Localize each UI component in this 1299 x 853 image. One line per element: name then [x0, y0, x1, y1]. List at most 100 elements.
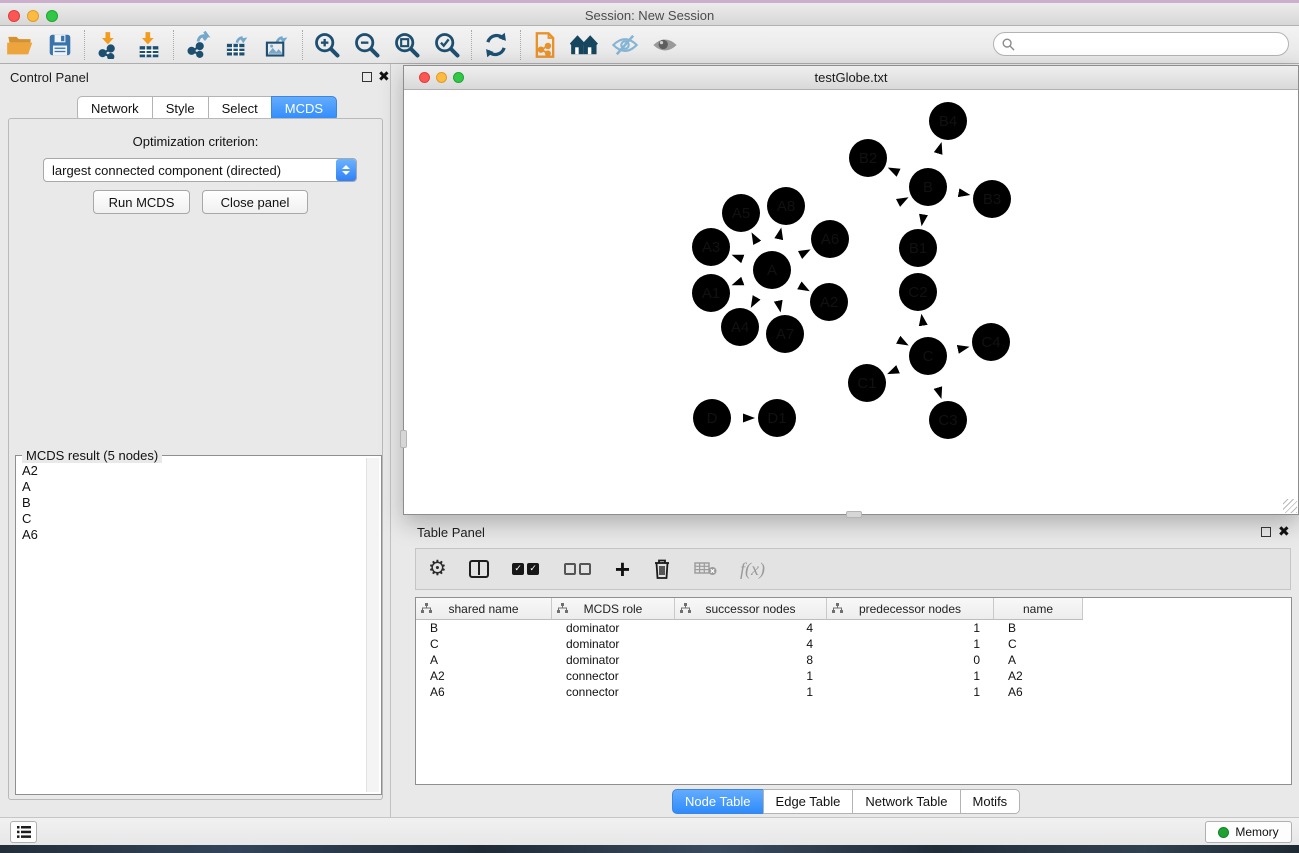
edge-A-A4[interactable] — [751, 287, 762, 307]
mcds-result-item[interactable]: B — [18, 494, 365, 510]
left-resize-grip[interactable] — [400, 430, 407, 448]
node-A4[interactable]: A4 — [721, 308, 759, 346]
column-header-successor_nodes[interactable]: successor nodes — [675, 598, 827, 620]
show-graphics-details-button[interactable] — [645, 28, 685, 62]
create-column-button[interactable]: + — [615, 554, 630, 584]
column-header-name[interactable]: name — [994, 598, 1083, 620]
node-C[interactable]: C — [909, 337, 947, 375]
table-row[interactable]: Cdominator41C — [416, 636, 1291, 652]
node-B4[interactable]: B4 — [929, 102, 967, 140]
node-B1[interactable]: B1 — [899, 229, 937, 267]
delete-column-button[interactable] — [652, 554, 672, 584]
export-network-button[interactable] — [178, 28, 218, 62]
edge-A-A7[interactable] — [776, 290, 781, 313]
table-row[interactable]: Bdominator41B — [416, 620, 1291, 636]
edge-C-C1[interactable] — [887, 364, 910, 374]
node-label: A7 — [776, 326, 794, 343]
import-network-button[interactable] — [89, 28, 129, 62]
table-row[interactable]: Adominator80A — [416, 652, 1291, 668]
column-header-mcds_role[interactable]: MCDS role — [552, 598, 675, 620]
table-row[interactable]: A2connector11A2 — [416, 668, 1291, 684]
edge-C-C3[interactable] — [934, 375, 941, 399]
node-D[interactable]: D — [693, 399, 731, 437]
node-D1[interactable]: D1 — [758, 399, 796, 437]
node-A3[interactable]: A3 — [692, 228, 730, 266]
edge-A-A1[interactable] — [732, 277, 754, 285]
node-A[interactable]: A — [753, 251, 791, 289]
mcds-result-item[interactable]: A6 — [18, 526, 365, 542]
close-table-panel-icon[interactable]: ✖ — [1278, 523, 1290, 539]
node-B[interactable]: B — [909, 168, 947, 206]
function-builder-button[interactable]: f(x) — [740, 554, 765, 584]
float-panel-icon[interactable] — [362, 72, 372, 82]
show-columns-button[interactable] — [469, 554, 489, 584]
export-table-button[interactable] — [218, 28, 258, 62]
tab-motifs[interactable]: Motifs — [960, 789, 1021, 814]
column-header-shared_name[interactable]: shared name — [416, 598, 552, 620]
edge-B-B2[interactable] — [888, 168, 910, 179]
search-field[interactable] — [993, 32, 1289, 56]
run-mcds-button[interactable]: Run MCDS — [93, 190, 190, 214]
node-C3[interactable]: C3 — [929, 401, 967, 439]
close-panel-icon[interactable]: ✖ — [378, 68, 390, 84]
node-A6[interactable]: A6 — [811, 220, 849, 258]
open-session-button[interactable] — [0, 28, 40, 62]
memory-button[interactable]: Memory — [1205, 821, 1292, 843]
table-row[interactable]: A6connector11A6 — [416, 684, 1291, 700]
tab-network-table[interactable]: Network Table — [852, 789, 960, 814]
edge-A-A8[interactable] — [776, 227, 781, 250]
node-A7[interactable]: A7 — [766, 315, 804, 353]
node-A8[interactable]: A8 — [767, 187, 805, 225]
network-from-selection-button[interactable] — [525, 28, 565, 62]
task-history-button[interactable] — [10, 821, 37, 843]
edge-C-C4[interactable] — [948, 347, 970, 352]
node-B2[interactable]: B2 — [849, 139, 887, 177]
mcds-result-item[interactable]: A2 — [18, 462, 365, 478]
column-header-predecessor_nodes[interactable]: predecessor nodes — [827, 598, 994, 620]
cell-shared_name: A — [416, 652, 552, 668]
edge-B-B3[interactable] — [948, 191, 971, 195]
node-C4[interactable]: C4 — [972, 323, 1010, 361]
home-button[interactable] — [565, 28, 605, 62]
edge-B-B4[interactable] — [934, 142, 942, 168]
edge-A-A3[interactable] — [732, 255, 754, 263]
edge-A-A2[interactable] — [789, 280, 809, 291]
tab-edge-table[interactable]: Edge Table — [763, 789, 854, 814]
node-B3[interactable]: B3 — [973, 180, 1011, 218]
node-C2[interactable]: C2 — [899, 273, 937, 311]
node-A2[interactable]: A2 — [810, 283, 848, 321]
deselect-all-columns-button[interactable] — [563, 554, 593, 584]
float-table-panel-icon[interactable] — [1261, 527, 1271, 537]
network-canvas[interactable]: B4 B2 B B3 A8A5 A6 A3 B1 A C2 A1 A2 A4 A7 C4 C C1 D D1 C3 — [404, 90, 1298, 514]
result-scrollbar[interactable] — [366, 458, 379, 792]
import-table-button[interactable] — [129, 28, 169, 62]
edge-A-A6[interactable] — [790, 249, 811, 260]
zoom-out-button[interactable] — [347, 28, 387, 62]
delete-table-button[interactable] — [694, 554, 718, 584]
criterion-dropdown[interactable]: largest connected component (directed) — [43, 158, 357, 182]
hide-graphics-details-button[interactable] — [605, 28, 645, 62]
network-window-titlebar[interactable]: testGlobe.txt — [404, 66, 1298, 90]
zoom-in-button[interactable] — [307, 28, 347, 62]
edge-B-B1[interactable] — [922, 207, 925, 227]
save-session-button[interactable] — [40, 28, 80, 62]
apply-layout-button[interactable] — [476, 28, 516, 62]
edge-A2-C[interactable] — [847, 312, 909, 346]
corner-resize-grip[interactable] — [1283, 499, 1297, 513]
table-settings-button[interactable]: ⚙ — [428, 554, 447, 584]
edge-A6-B[interactable] — [848, 197, 909, 229]
mcds-result-item[interactable]: A — [18, 478, 365, 494]
close-panel-button[interactable]: Close panel — [202, 190, 308, 214]
zoom-fit-button[interactable] — [387, 28, 427, 62]
edge-A-A5[interactable] — [752, 232, 763, 252]
edge-C-C2[interactable] — [921, 314, 925, 337]
node-A5[interactable]: A5 — [722, 194, 760, 232]
export-image-button[interactable] — [258, 28, 298, 62]
zoom-selected-button[interactable] — [427, 28, 467, 62]
node-A1[interactable]: A1 — [692, 274, 730, 312]
select-all-columns-button[interactable] — [511, 554, 541, 584]
tab-node-table[interactable]: Node Table — [672, 789, 764, 814]
node-C1[interactable]: C1 — [848, 364, 886, 402]
mcds-result-item[interactable]: C — [18, 510, 365, 526]
search-input[interactable] — [1020, 37, 1288, 51]
